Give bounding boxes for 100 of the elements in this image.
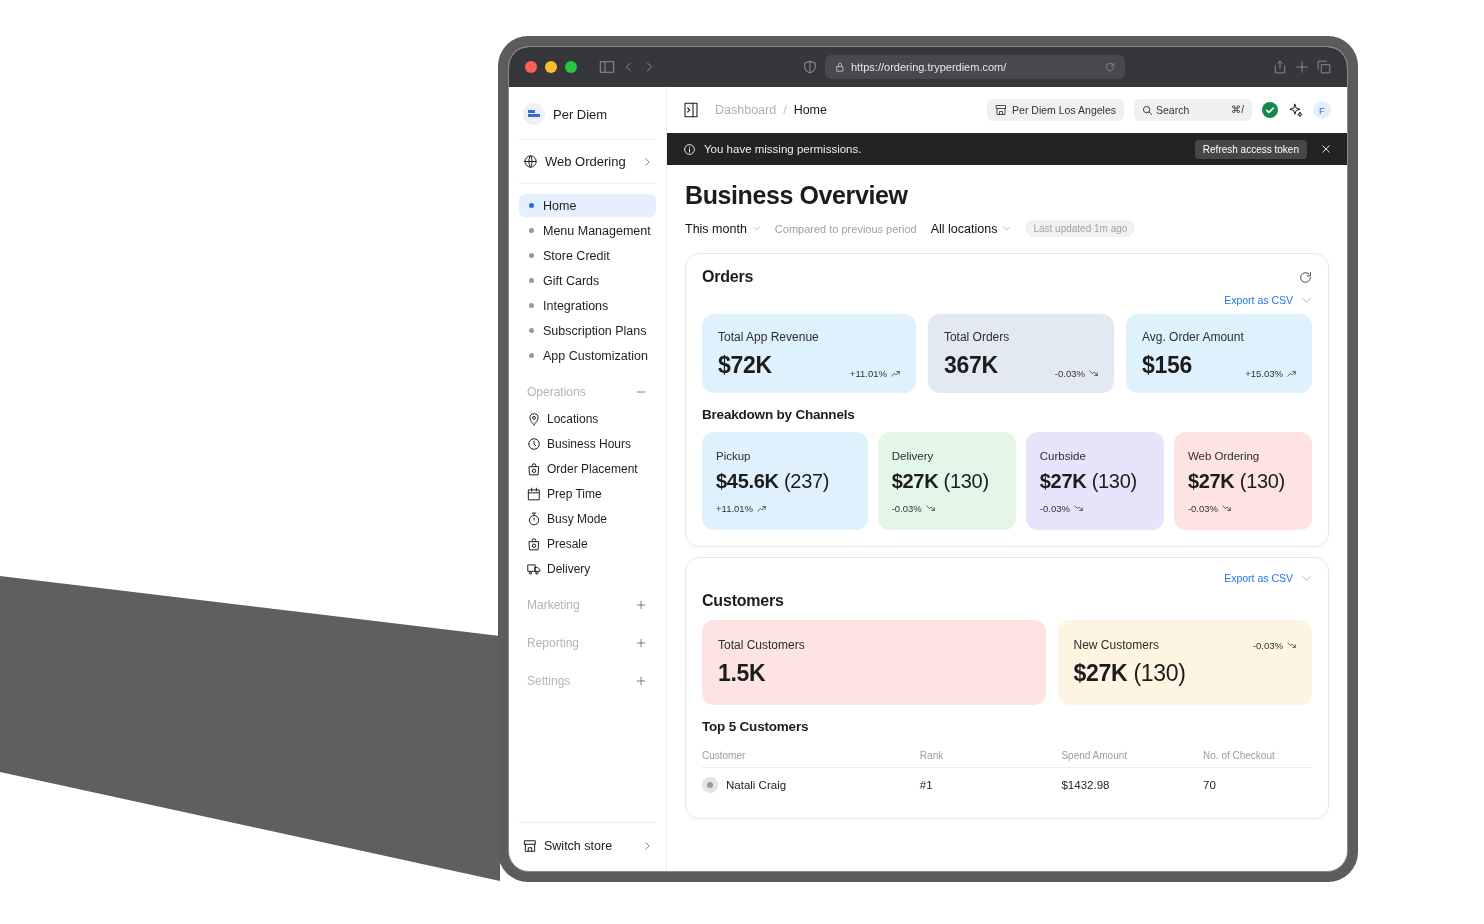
trend-down-icon xyxy=(1287,640,1296,650)
window-control-icon[interactable] xyxy=(525,61,537,73)
dot-icon xyxy=(529,278,534,283)
nav-item[interactable]: Menu Management xyxy=(519,219,656,242)
channel-value: $27K (130) xyxy=(1187,470,1286,493)
metric-label: Avg. Order Amount xyxy=(1141,330,1245,344)
window-control-icon[interactable] xyxy=(565,61,577,73)
change-value: +11.01% xyxy=(849,368,887,379)
table-cell-text: 70 xyxy=(1203,778,1217,793)
clock-icon xyxy=(527,436,541,451)
trend-down-icon xyxy=(1088,369,1098,378)
nav-item[interactable]: Prep Time xyxy=(519,482,656,505)
table-cell-text: #1 xyxy=(919,778,934,793)
url-text: https://ordering.tryperdiem.com/ xyxy=(851,61,1007,73)
brand-name: Per Diem xyxy=(553,106,608,122)
nav-item[interactable]: Order Placement xyxy=(519,457,656,480)
store-selector[interactable]: Per Diem Los Angeles xyxy=(987,99,1124,121)
comparison-note: Compared to previous period xyxy=(774,222,917,235)
nav-item[interactable]: Subscription Plans xyxy=(519,319,656,342)
metric-value: $27K (130) xyxy=(1073,660,1187,687)
window-control-icon[interactable] xyxy=(545,61,557,73)
lock-icon xyxy=(835,62,845,72)
avatar-icon xyxy=(702,777,718,793)
change-value: -0.03% xyxy=(1252,639,1283,651)
user-avatar[interactable]: F xyxy=(1313,101,1331,119)
filter-dropdown[interactable]: This month xyxy=(685,221,761,236)
banner-message: You have missing permissions. xyxy=(704,143,862,155)
trend-up-icon xyxy=(1287,369,1296,378)
change-value: -0.03% xyxy=(891,503,922,514)
nav-item[interactable]: Store Credit xyxy=(519,244,656,267)
check-circle-icon xyxy=(1262,102,1278,118)
metric-value: $72K xyxy=(718,352,772,379)
box-arrow-up-icon[interactable] xyxy=(1273,60,1287,74)
channel-label: Pickup xyxy=(716,450,752,462)
dot-icon xyxy=(529,303,534,308)
info-icon xyxy=(683,142,696,156)
sparkle-icon[interactable] xyxy=(1288,102,1303,118)
change-value: -0.03% xyxy=(1039,503,1070,514)
shield-icon[interactable] xyxy=(803,60,817,74)
nav-item[interactable]: Gift Cards xyxy=(519,269,656,292)
change-value: +15.03% xyxy=(1245,368,1283,379)
url-field[interactable]: https://ordering.tryperdiem.com/ xyxy=(825,55,1125,79)
circular-arrow-icon[interactable] xyxy=(1105,62,1115,72)
metric-value: 367K xyxy=(943,352,998,379)
globe-icon xyxy=(523,154,538,169)
stopwatch-icon xyxy=(527,511,541,526)
storefront-icon xyxy=(523,839,537,853)
column-header: Spend Amount xyxy=(1061,750,1129,761)
metric-value: $156 xyxy=(1141,352,1192,379)
section-title: Orders xyxy=(702,268,754,286)
updated-badge: Last updated 1m ago xyxy=(1025,220,1136,237)
refresh-token-button[interactable]: Refresh access token xyxy=(1194,139,1307,159)
metric-label: Total Customers xyxy=(718,638,805,652)
switch-store-button[interactable]: Switch store xyxy=(519,822,656,859)
change-value: +11.01% xyxy=(716,503,754,514)
nav-item[interactable]: Delivery xyxy=(519,557,656,580)
export-link[interactable]: Export as CSV xyxy=(1224,572,1293,584)
nav-item[interactable]: Presale xyxy=(519,532,656,555)
storefront-icon xyxy=(995,104,1008,116)
trend-up-icon xyxy=(890,369,900,378)
channel-value: $27K (130) xyxy=(1039,470,1138,493)
breadcrumb-link[interactable]: Home xyxy=(793,103,827,117)
dot-icon xyxy=(529,353,534,358)
export-link[interactable]: Export as CSV xyxy=(1224,294,1293,306)
subsection-title: Top 5 Customers xyxy=(702,719,810,734)
nav-item[interactable]: Home xyxy=(519,194,656,217)
chevron-down-icon xyxy=(1002,224,1012,233)
bag-icon xyxy=(527,536,541,551)
split-panel-icon[interactable] xyxy=(599,59,615,75)
metric-value: 1.5K xyxy=(718,660,767,687)
nav-item[interactable]: Integrations xyxy=(519,294,656,317)
nav-item[interactable]: App Customization xyxy=(519,344,656,367)
metric-label: Total App Revenue xyxy=(718,330,820,344)
channel-value: $27K (130) xyxy=(891,470,990,493)
page-title: Business Overview xyxy=(685,181,909,210)
metric-label: Total Orders xyxy=(943,330,1011,344)
breadcrumb-separator: / xyxy=(783,103,787,117)
filter-dropdown[interactable]: All locations xyxy=(930,221,1012,236)
workspace-switcher[interactable]: Web Ordering xyxy=(519,140,656,184)
shortcut-hint: ⌘/ xyxy=(1231,104,1244,116)
plus-icon[interactable] xyxy=(1295,60,1309,74)
circular-arrow-icon[interactable] xyxy=(1299,270,1312,284)
search-icon xyxy=(1142,104,1153,116)
column-header: Rank xyxy=(919,750,945,761)
customer-name: Natali Craig xyxy=(726,779,787,791)
change-value: -0.03% xyxy=(1187,503,1218,514)
nav-item[interactable]: Busy Mode xyxy=(519,507,656,530)
channel-label: Delivery xyxy=(891,450,935,462)
nav-item[interactable]: Business Hours xyxy=(519,432,656,455)
chevron-right-icon xyxy=(642,841,652,851)
overlapping-squares-icon[interactable] xyxy=(1317,60,1331,74)
channel-label: Web Ordering xyxy=(1187,450,1261,462)
channel-label: Curbside xyxy=(1039,450,1087,462)
close-icon[interactable] xyxy=(1321,144,1331,154)
trend-up-icon xyxy=(757,504,767,513)
location-pin-icon xyxy=(527,411,541,426)
change-value: -0.03% xyxy=(1054,368,1085,379)
column-header: No. of Checkout xyxy=(1203,750,1276,761)
section-title: Customers xyxy=(702,592,785,610)
nav-item[interactable]: Locations xyxy=(519,407,656,430)
